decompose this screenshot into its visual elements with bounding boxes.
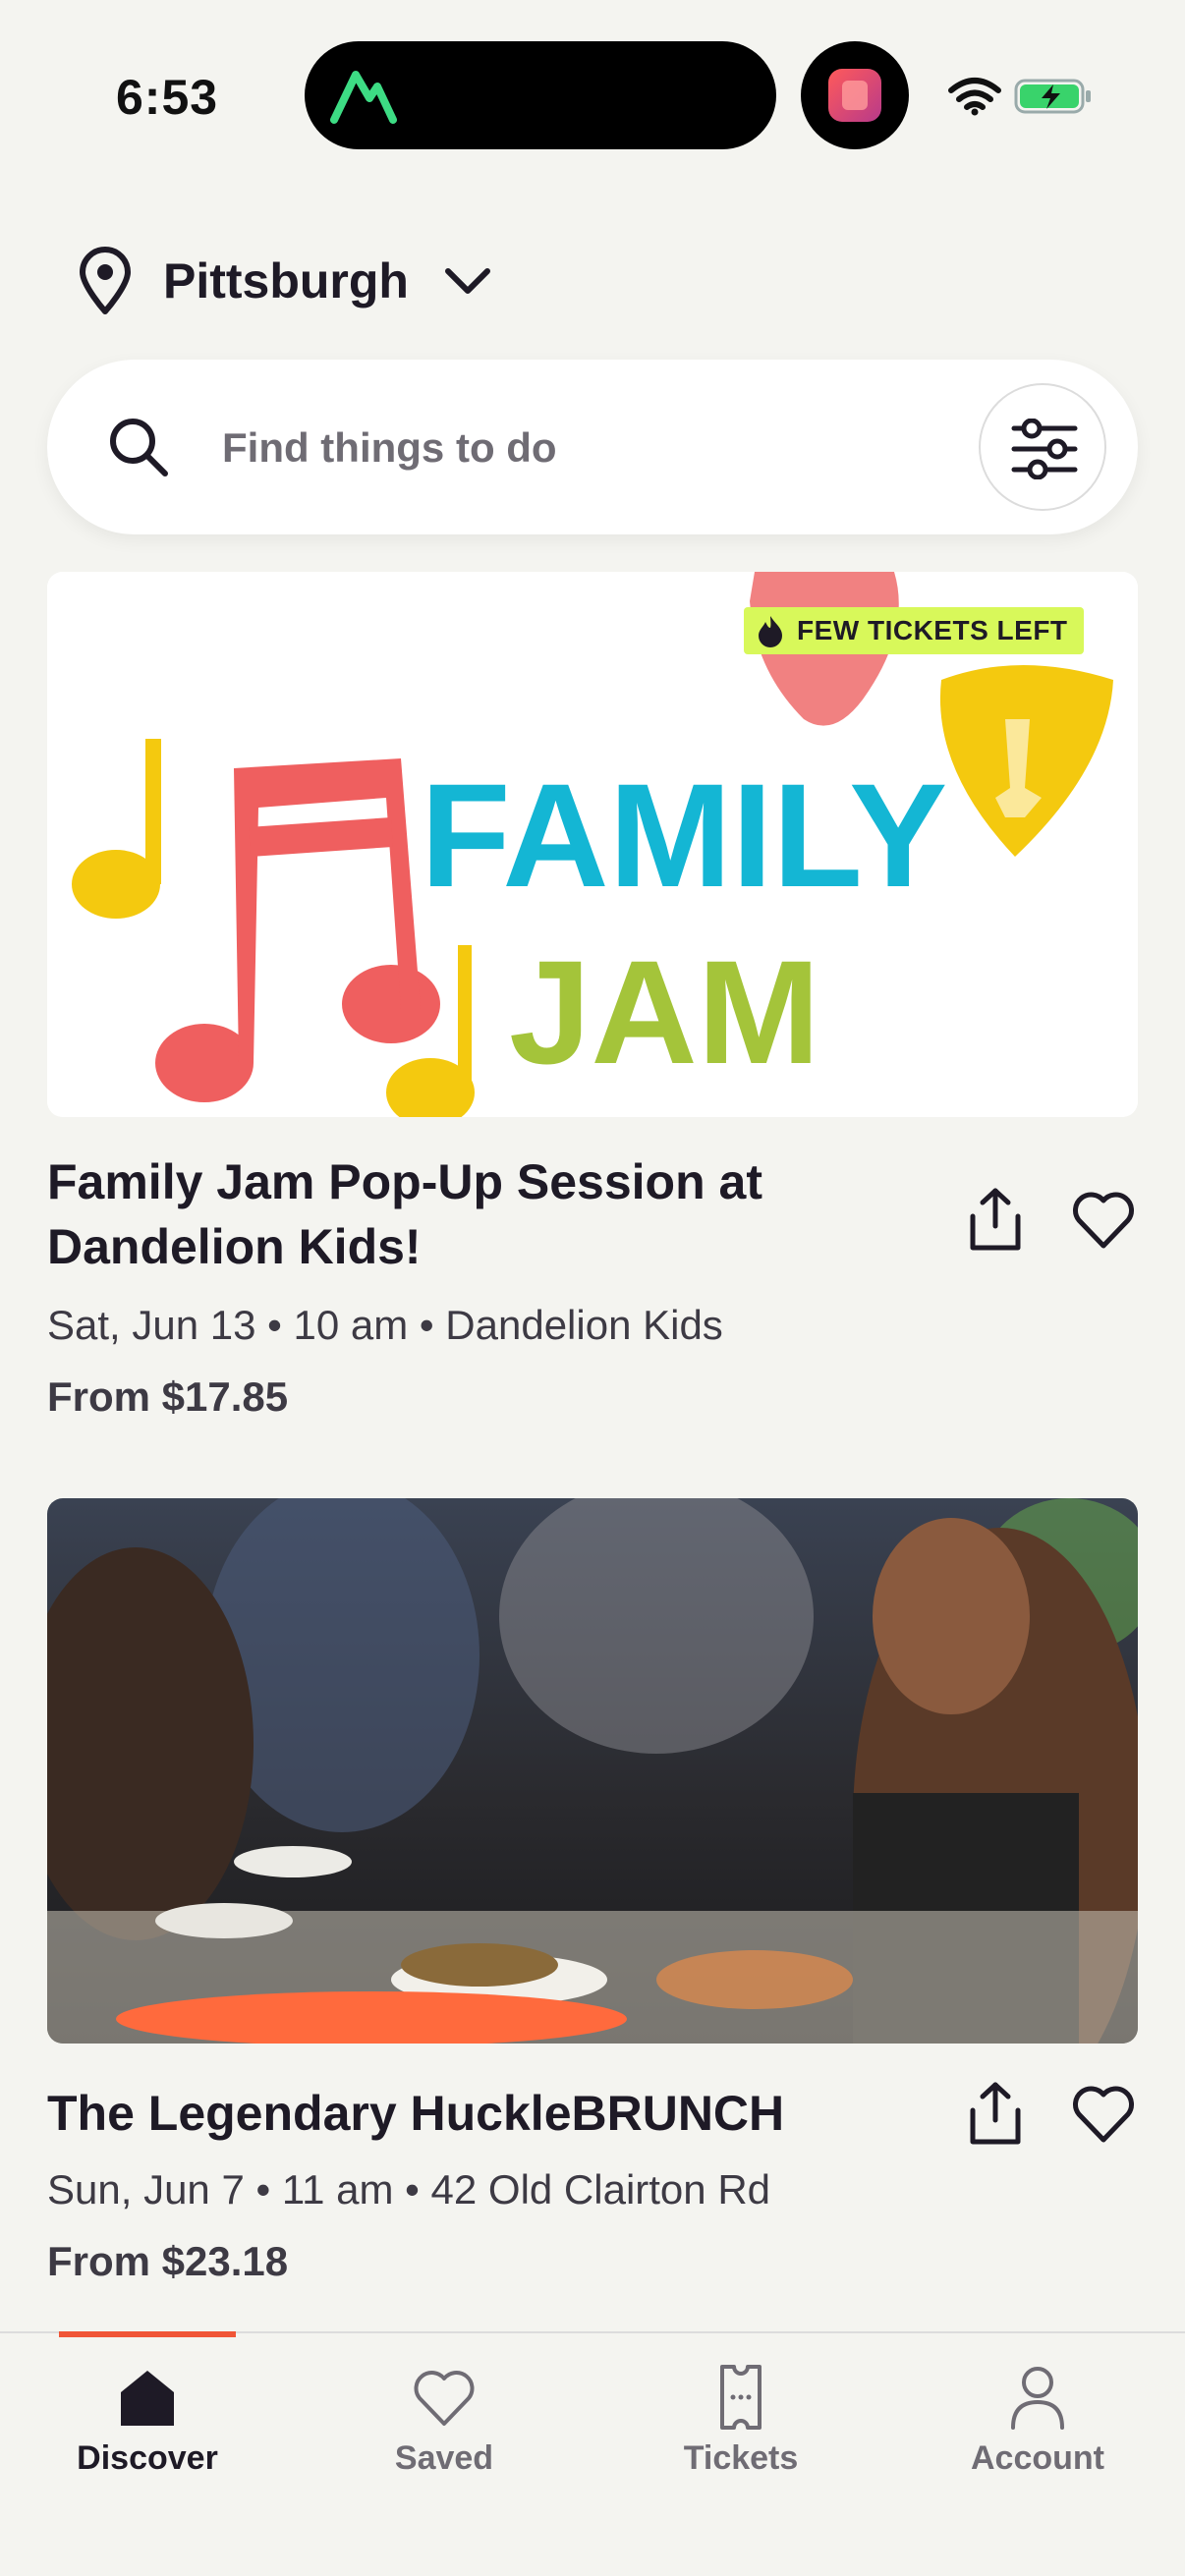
home-icon xyxy=(121,2371,174,2426)
badge-label: FEW TICKETS LEFT xyxy=(797,615,1068,645)
location-selector[interactable]: Pittsburgh xyxy=(77,246,493,316)
event-title[interactable]: Family Jam Pop-Up Session at Dandelion K… xyxy=(47,1149,912,1279)
brunch-photo xyxy=(47,1498,1138,2044)
flame-icon xyxy=(759,616,782,647)
event-title[interactable]: The Legendary HuckleBRUNCH xyxy=(47,2081,912,2146)
search-icon xyxy=(110,419,168,476)
share-icon[interactable] xyxy=(961,1185,1030,1254)
event-meta: Sun, Jun 7 • 11 am • 42 Old Clairton Rd xyxy=(47,2166,771,2212)
nav-label: Tickets xyxy=(683,2439,799,2477)
nav-account[interactable]: Account xyxy=(910,2363,1165,2500)
location-city: Pittsburgh xyxy=(163,253,409,308)
active-tab-indicator xyxy=(59,2331,236,2337)
wifi-icon xyxy=(948,78,1001,116)
nav-label: Saved xyxy=(394,2439,494,2477)
search-bar xyxy=(47,360,1138,534)
filter-button[interactable] xyxy=(979,383,1106,511)
nav-label: Account xyxy=(971,2439,1104,2477)
artwork-word-jam: JAM xyxy=(509,929,820,1094)
status-bar: 6:53 xyxy=(0,0,1185,157)
heart-icon xyxy=(414,2371,475,2426)
status-time: 6:53 xyxy=(116,70,219,125)
artwork-word-family: FAMILY xyxy=(421,753,947,918)
share-icon[interactable] xyxy=(961,2079,1030,2148)
live-activity-app-icon xyxy=(801,41,909,149)
ticket-icon xyxy=(720,2365,762,2430)
nav-saved[interactable]: Saved xyxy=(316,2363,572,2500)
battery-charging-icon xyxy=(1014,79,1091,114)
filter-sliders-icon xyxy=(1011,419,1078,479)
event-image-hucklebrunch[interactable] xyxy=(47,1498,1138,2044)
few-tickets-left-badge: FEW TICKETS LEFT xyxy=(744,607,1084,654)
nav-discover[interactable]: Discover xyxy=(20,2363,275,2500)
person-icon xyxy=(1011,2367,1064,2430)
mountain-app-icon xyxy=(330,71,397,124)
heart-icon[interactable] xyxy=(1069,1185,1138,1254)
nav-tickets[interactable]: Tickets xyxy=(613,2363,869,2500)
location-pin-icon xyxy=(80,247,131,314)
dynamic-island xyxy=(305,41,776,149)
search-input[interactable] xyxy=(222,399,969,497)
event-meta: Sat, Jun 13 • 10 am • Dandelion Kids xyxy=(47,1302,723,1348)
heart-icon[interactable] xyxy=(1069,2079,1138,2148)
nav-label: Discover xyxy=(77,2439,218,2477)
event-price: From $23.18 xyxy=(47,2238,289,2284)
chevron-down-icon xyxy=(444,268,490,294)
event-price: From $17.85 xyxy=(47,1373,289,1420)
bottom-nav: Discover Saved Tickets Account xyxy=(0,2331,1185,2576)
